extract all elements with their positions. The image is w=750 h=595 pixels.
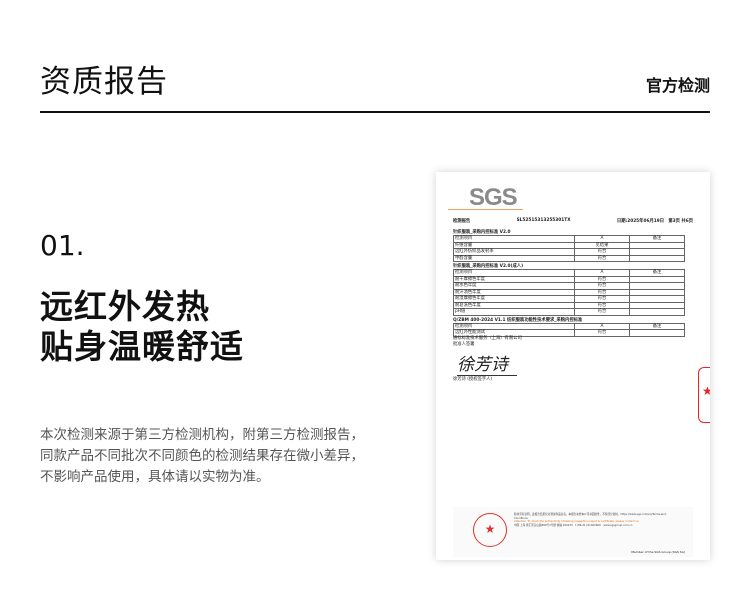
report-date: 日期:2025年06月19日 第3页 共6页 xyxy=(616,219,693,224)
result-table: 检测项目 A 备注 纤维含量 见结果 远红外纺织品发射率 符合 甲醛含量 符合 xyxy=(453,235,685,262)
divider xyxy=(40,111,710,113)
page-title: 资质报告 xyxy=(40,64,168,100)
red-stamp: ★ xyxy=(698,367,710,423)
table-row: 甲醛含量 符合 xyxy=(453,254,685,262)
report-number: SL52515313255301TX xyxy=(516,218,571,223)
table-cell: 符合 xyxy=(574,308,630,316)
table-cell xyxy=(629,329,685,337)
section-number: 01. xyxy=(40,229,85,262)
description-line: 同款产品不同批次不同颜色的检测结果存在微小差异， xyxy=(40,448,364,464)
description: 本次检测来源于第三方检测机构，附第三方检测报告， 同款产品不同批次不同颜色的检测… xyxy=(40,425,370,488)
result-tables: 针织服装_采购内控标准 V2.0 检测项目 A 备注 纤维含量 见结果 远红外纺织品发射率符… xyxy=(453,228,685,337)
table-cell: 符合 xyxy=(574,254,630,262)
signer-name: 徐芳诗 (授权签字人) xyxy=(453,377,493,382)
footer-text: 除非另有说明，此报告结果仅对测试样品负责。本报告未经本公司书面批准，不得部分复制… xyxy=(514,513,668,527)
report-header: 检测报告 SL52515313255301TX 日期:2025年06月19日 第… xyxy=(453,218,693,224)
table-cell: pH值 xyxy=(453,308,575,316)
table-cell: 甲醛含量 xyxy=(453,254,575,262)
table-cell xyxy=(629,308,685,316)
report-label: 检测报告 xyxy=(453,219,471,224)
table-row: pH值 符合 xyxy=(453,308,685,316)
member-text: Member of the SGS Group (SGS SA) xyxy=(631,550,685,554)
footer-address: 中国·上海·徐汇区宜山路889号3号楼 邮编 200233 t (86-21) … xyxy=(514,523,633,527)
official-test-tag: 官方检测 xyxy=(645,76,710,95)
description-line: 本次检测来源于第三方检测机构，附第三方检测报告， xyxy=(40,427,364,443)
logo-line xyxy=(448,209,523,210)
headline-2: 贴身温暖舒适 xyxy=(40,327,244,366)
table-cell: 符合 xyxy=(574,329,630,337)
report-footer: ★ 除非另有说明，此报告结果仅对测试样品负责。本报告未经本公司书面批准，不得部分… xyxy=(453,507,693,557)
company-seal: ★ xyxy=(473,513,507,547)
table-cell xyxy=(629,254,685,262)
signature: 徐芳诗 xyxy=(457,350,517,376)
signature-block: 通标标准技术服务（上海）有限公司 批准人签署 徐芳诗 徐芳诗 (授权签字人) xyxy=(453,335,522,382)
sgs-report-image: SGS 检测报告 SL52515313255301TX 日期:2025年06月1… xyxy=(436,172,710,560)
result-table: 检测项目 A 备注 耐干摩擦色牢度 符合 耐水色牢度 符合 耐汗渍色牢度 符合 耐湿摩擦色牢度 符合… xyxy=(453,269,685,316)
description-line: 不影响产品使用，具体请以实物为准。 xyxy=(40,469,270,485)
approver-label: 批准人签署 xyxy=(453,342,475,347)
sgs-logo: SGS xyxy=(469,184,518,211)
